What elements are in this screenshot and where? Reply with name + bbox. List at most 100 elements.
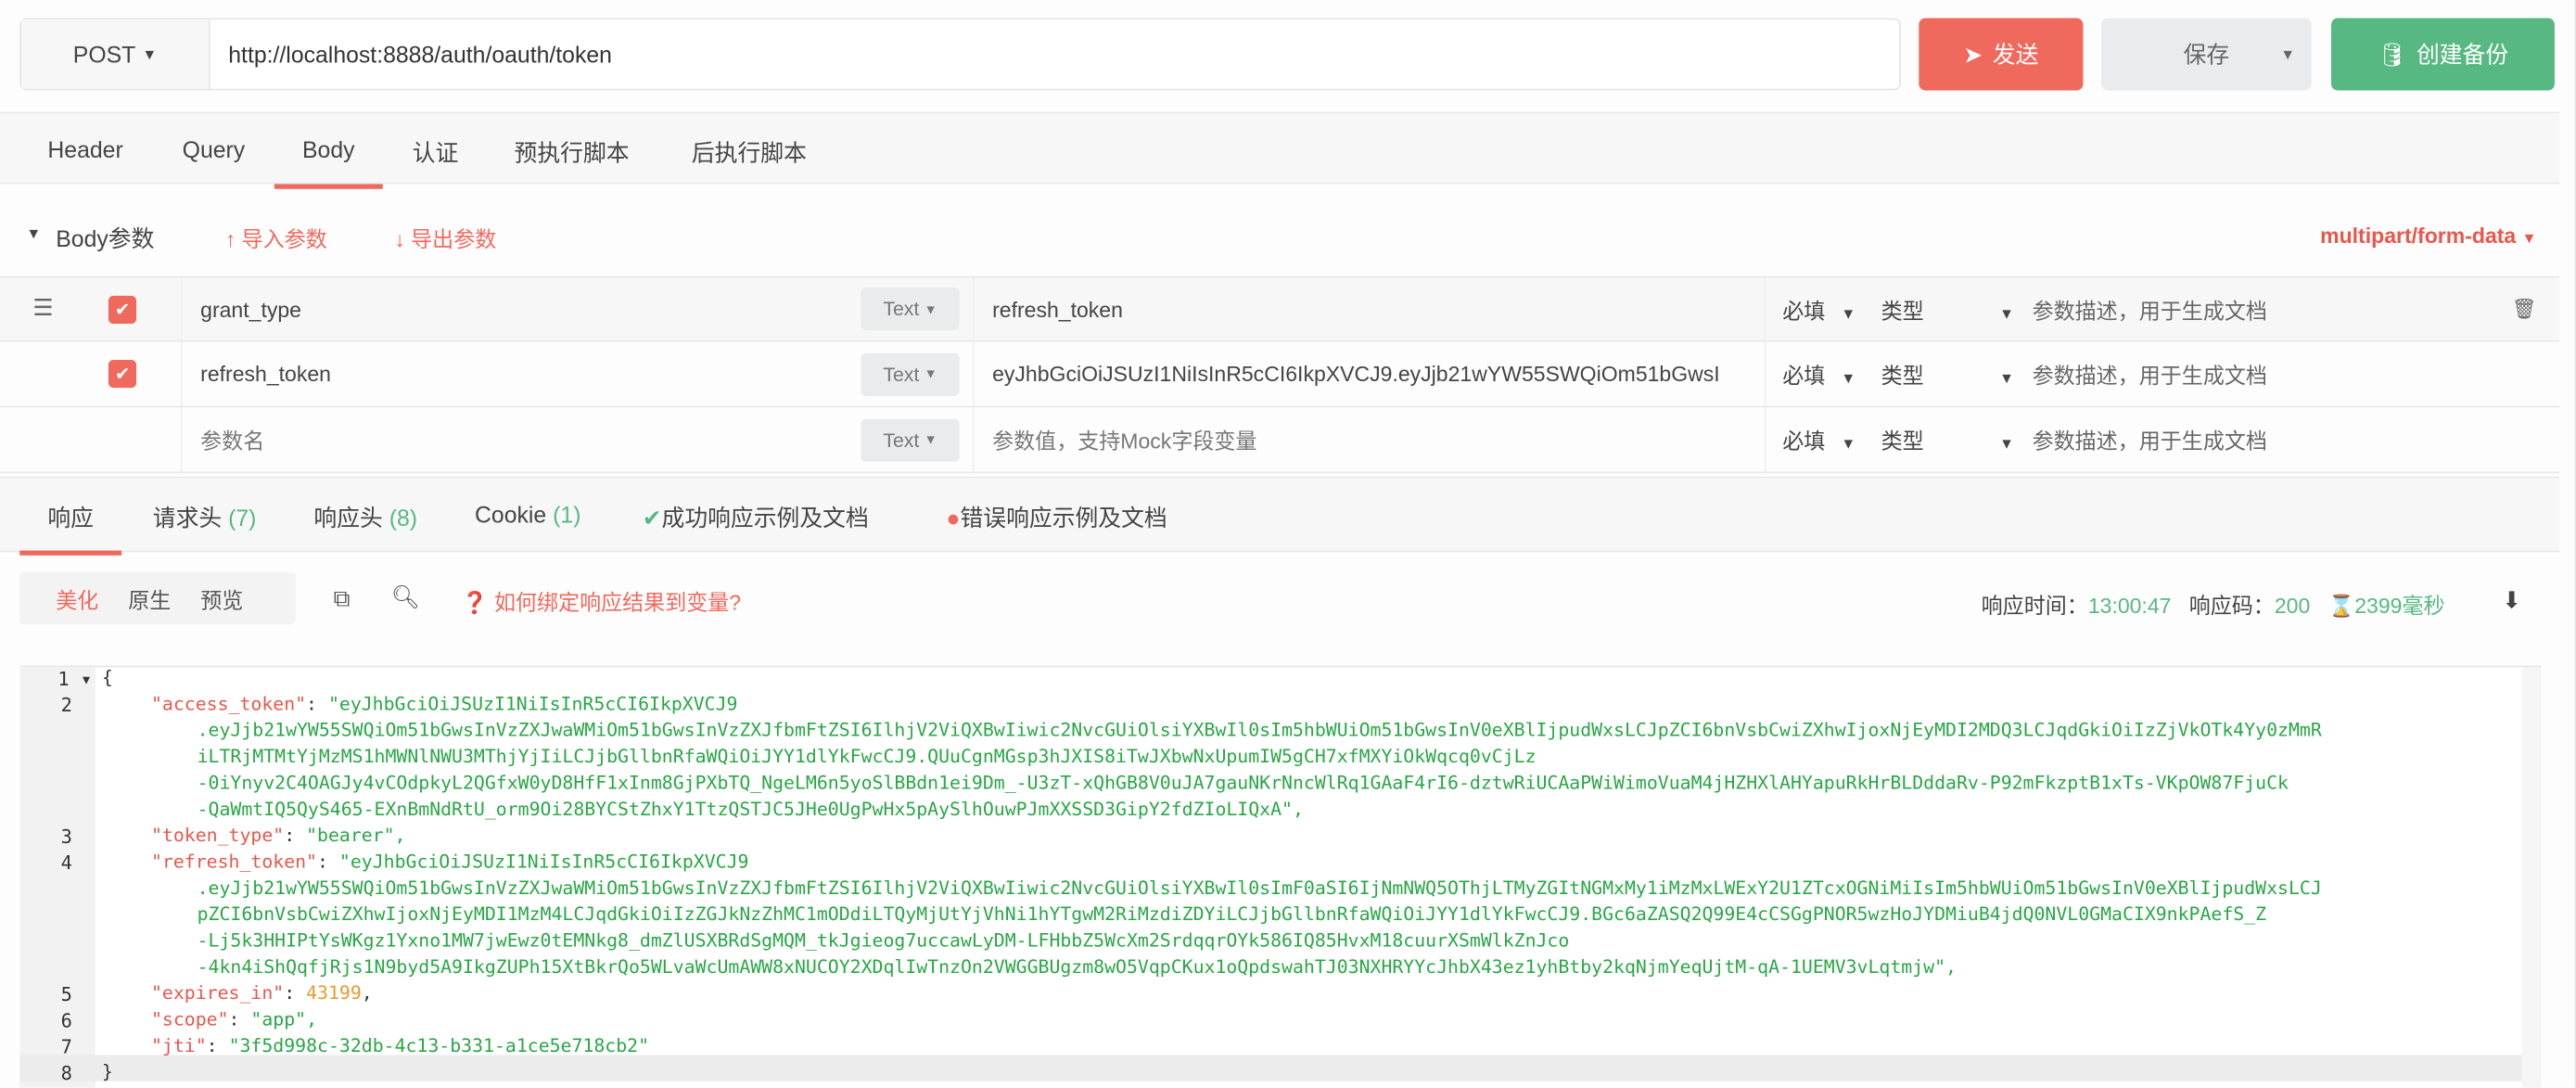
drag-handle-icon[interactable]: ☰: [32, 294, 53, 322]
caret-down-icon: ▼: [924, 366, 937, 382]
code-line: "access_token": "eyJhbGciOiJSUzI1NiIsInR…: [150, 693, 738, 715]
code-line: .eyJjb21wYW55SWQiOm51bGwsInVzZXJwaWMiOm5…: [198, 720, 2322, 741]
code-line: .eyJjb21wYW55SWQiOm51bGwsInVzZXJwaWMiOm5…: [198, 877, 2322, 899]
tab-cookie[interactable]: Cookie (1): [475, 501, 580, 527]
mode-pretty[interactable]: 美化: [56, 582, 98, 614]
save-dropdown-icon[interactable]: ▼: [2280, 46, 2295, 63]
tab-response-headers[interactable]: 响应头 (8): [313, 501, 417, 533]
tab-auth[interactable]: 认证: [413, 136, 459, 169]
mode-raw[interactable]: 原生: [128, 582, 171, 614]
code-line: -QaWmtIQ5QyS465-EXnBmNdRtU_orm9Oi28BYCSt…: [198, 799, 1304, 820]
code-line: }: [102, 1062, 113, 1083]
required-label: 必填: [1782, 298, 1826, 324]
exclamation-circle-icon: ●: [946, 504, 961, 531]
json-value: "bearer",: [306, 825, 406, 847]
tab-query[interactable]: Query: [183, 136, 246, 162]
param-name-input[interactable]: 参数名: [200, 424, 264, 455]
create-backup-button[interactable]: 🛢 创建备份: [2331, 18, 2555, 91]
param-checkbox[interactable]: ✔: [108, 359, 137, 389]
line-number: 1 ▾: [57, 667, 93, 691]
caret-down-icon: ▼: [1841, 369, 1856, 387]
tab-response[interactable]: 响应: [19, 501, 122, 556]
response-tabs: 响应 请求头 (7) 响应头 (8) Cookie (1) ✔成功响应示例及文档…: [0, 476, 2560, 556]
response-editor[interactable]: 1 ▾ {2 "access_token": "eyJhbGciOiJSUzI1Ni…: [19, 665, 2542, 1088]
json-value: "app",: [250, 1008, 318, 1030]
import-params-button[interactable]: ↑ 导入参数: [225, 222, 327, 253]
scrollbar[interactable]: [2521, 667, 2542, 1088]
code-line: -4kn4iShQqfjRjs1N9byd5A9IkgZUPh15XtBkrQo…: [198, 956, 1957, 978]
method-select[interactable]: POST ▼: [21, 19, 210, 89]
param-value-input[interactable]: 参数值，支持Mock字段变量: [992, 424, 1256, 455]
datatype-select[interactable]: 类型 ▼: [1881, 358, 2014, 390]
code-line: iLTRjMTMtYjMzMS1hMWNlNWU3MThjYjIiLCJjbGl…: [198, 746, 1537, 767]
datatype-select[interactable]: 类型 ▼: [1881, 424, 2014, 455]
param-description[interactable]: 参数描述，用于生成文档: [2033, 293, 2267, 325]
export-params-button[interactable]: ↓ 导出参数: [394, 222, 496, 253]
param-name[interactable]: refresh_token: [200, 362, 331, 387]
tab-label: 成功响应示例及文档: [661, 504, 869, 531]
hourglass-icon: ⌛: [2327, 593, 2355, 619]
param-row: ✔ refresh_token Text ▼ eyJhbGciOiJSUzI1Ni…: [0, 341, 2560, 408]
tab-header[interactable]: Header: [47, 136, 122, 162]
copy-icon[interactable]: ⧉: [334, 585, 351, 613]
json-key: "jti": [150, 1035, 207, 1057]
param-value[interactable]: refresh_token: [992, 297, 1748, 322]
download-icon[interactable]: ⬇: [2502, 586, 2521, 614]
save-button[interactable]: 保存 ▼: [2100, 18, 2312, 91]
response-meta: 响应时间：13:00:47 响应码：200 ⌛2399毫秒: [1982, 588, 2445, 620]
content-type-label: multipart/form-data: [2320, 223, 2517, 249]
request-tabs: Header Query Body 认证 预执行脚本 后执行脚本: [0, 111, 2560, 189]
param-row: ☰ ✔ grant_type Text ▼ refresh_token 必填 ▼ …: [0, 275, 2560, 342]
body-params-title[interactable]: Body参数: [56, 222, 154, 254]
code-line: "jti": "3f5d998c-32db-4c13-b331-a1ce5e71…: [150, 1035, 650, 1057]
code-label: 响应码：: [2188, 593, 2275, 619]
search-icon[interactable]: 🔍︎: [391, 583, 421, 611]
param-type-select[interactable]: Text ▼: [861, 352, 960, 396]
json-value: pZCI6bnVsbCwiZXhwIjoxNjEyMDI1MzM4LCJqdGk…: [197, 903, 2267, 926]
required-select[interactable]: 必填 ▼: [1782, 424, 1855, 455]
api-client: POST ▼ http://localhost:8888/auth/oauth/t…: [0, 0, 2576, 1088]
tab-body[interactable]: Body: [274, 136, 383, 189]
tab-success-examples[interactable]: ✔成功响应示例及文档: [643, 501, 869, 533]
url-input[interactable]: http://localhost:8888/auth/oauth/token: [210, 19, 1899, 88]
tab-request-headers[interactable]: 请求头 (7): [153, 501, 257, 533]
bind-variable-help-link[interactable]: ❓ 如何绑定响应结果到变量?: [462, 585, 741, 617]
line-number: 8: [60, 1061, 72, 1085]
tab-post-script[interactable]: 后执行脚本: [692, 136, 807, 169]
caret-down-icon: ▼: [924, 301, 937, 317]
new-param-row: 参数名 Text ▼ 参数值，支持Mock字段变量 必填 ▼ 类型 ▼ 参数描述，用…: [0, 407, 2560, 474]
caret-down-icon: ▼: [1999, 304, 2014, 322]
json-value: .eyJjb21wYW55SWQiOm51bGwsInVzZXJwaWMiOm5…: [197, 877, 2322, 900]
json-key: "refresh_token": [150, 851, 318, 873]
tab-pre-script[interactable]: 预执行脚本: [515, 136, 630, 169]
json-key: "access_token": [150, 693, 307, 715]
param-name[interactable]: grant_type: [200, 297, 301, 322]
trash-icon[interactable]: 🗑: [2512, 298, 2537, 321]
param-description[interactable]: 参数描述，用于生成文档: [2033, 424, 2267, 455]
line-number: 6: [60, 1008, 72, 1032]
send-button[interactable]: ➤ 发送: [1919, 18, 2084, 91]
required-select[interactable]: 必填 ▼: [1782, 293, 1855, 325]
tab-error-examples[interactable]: ●错误响应示例及文档: [946, 501, 1167, 533]
caret-down-icon: ▼: [1999, 369, 2014, 387]
paper-plane-icon: ➤: [1963, 40, 1983, 67]
param-value[interactable]: eyJhbGciOiJSUzI1NiIsInR5cCI6IkpXVCJ9.eyJ…: [992, 362, 1748, 387]
mode-preview[interactable]: 预览: [200, 582, 243, 614]
param-description[interactable]: 参数描述，用于生成文档: [2033, 358, 2267, 390]
code-line: "expires_in": 43199,: [150, 982, 373, 1005]
param-type-select[interactable]: Text ▼: [861, 417, 960, 461]
param-checkbox[interactable]: ✔: [108, 295, 137, 324]
content-type-select[interactable]: multipart/form-data ▼: [2320, 224, 2536, 249]
required-select[interactable]: 必填 ▼: [1782, 358, 1855, 390]
datatype-select[interactable]: 类型 ▼: [1881, 293, 2014, 325]
caret-down-icon[interactable]: ▼: [26, 225, 41, 242]
url-bar: POST ▼ http://localhost:8888/auth/oauth/t…: [19, 18, 1901, 91]
code-line: -0iYnyv2C4OAGJy4vCOdpkyL2QGfxW0yD8HfF1xI…: [198, 773, 2289, 794]
json-key: "expires_in": [150, 982, 285, 1005]
param-type-select[interactable]: Text ▼: [861, 288, 960, 331]
code-line: "refresh_token": "eyJhbGciOiJSUzI1NiIsIn…: [150, 851, 749, 873]
caret-down-icon: ▼: [142, 45, 158, 63]
question-circle-icon: ❓: [461, 590, 489, 615]
line-number: 4: [60, 851, 72, 875]
code-line: pZCI6bnVsbCwiZXhwIjoxNjEyMDI1MzM4LCJqdGk…: [198, 903, 2266, 925]
